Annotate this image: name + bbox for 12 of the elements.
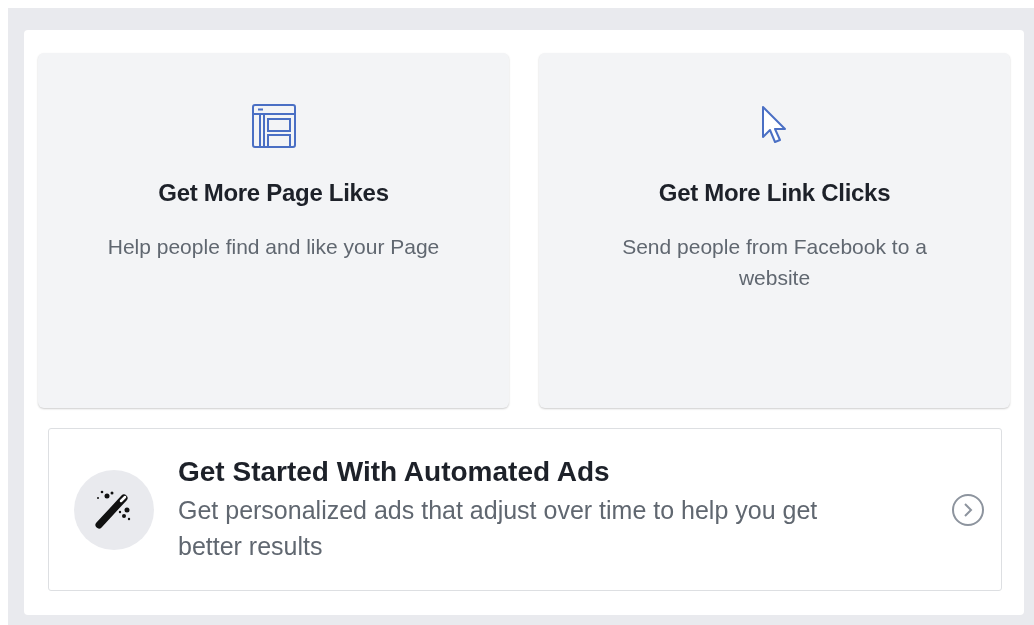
chevron-right-icon[interactable] (951, 492, 985, 527)
objective-card[interactable]: Get More Page Likes Help people find and like your Page (38, 53, 509, 408)
card-title: Get More Page Likes (158, 179, 389, 207)
card-description: Help people find and like your Page (107, 234, 440, 260)
card-description: Send people from Facebook to a website (621, 234, 928, 291)
automated-ads-title: Get Started With Automated Ads (178, 455, 611, 488)
objective-card[interactable]: Get More Link Clicks Send people from Facebook to a website (539, 53, 1010, 408)
page-layout-icon (250, 103, 297, 149)
automated-ads-card[interactable]: Get Started With Automated Ads Get personalized ads that adjust over time to help you get better results (48, 428, 1002, 591)
card-title: Get More Link Clicks (658, 179, 891, 207)
magic-wand-icon (74, 469, 154, 550)
automated-ads-description: Get personalized ads that adjust over time to help you get better results (178, 494, 819, 562)
